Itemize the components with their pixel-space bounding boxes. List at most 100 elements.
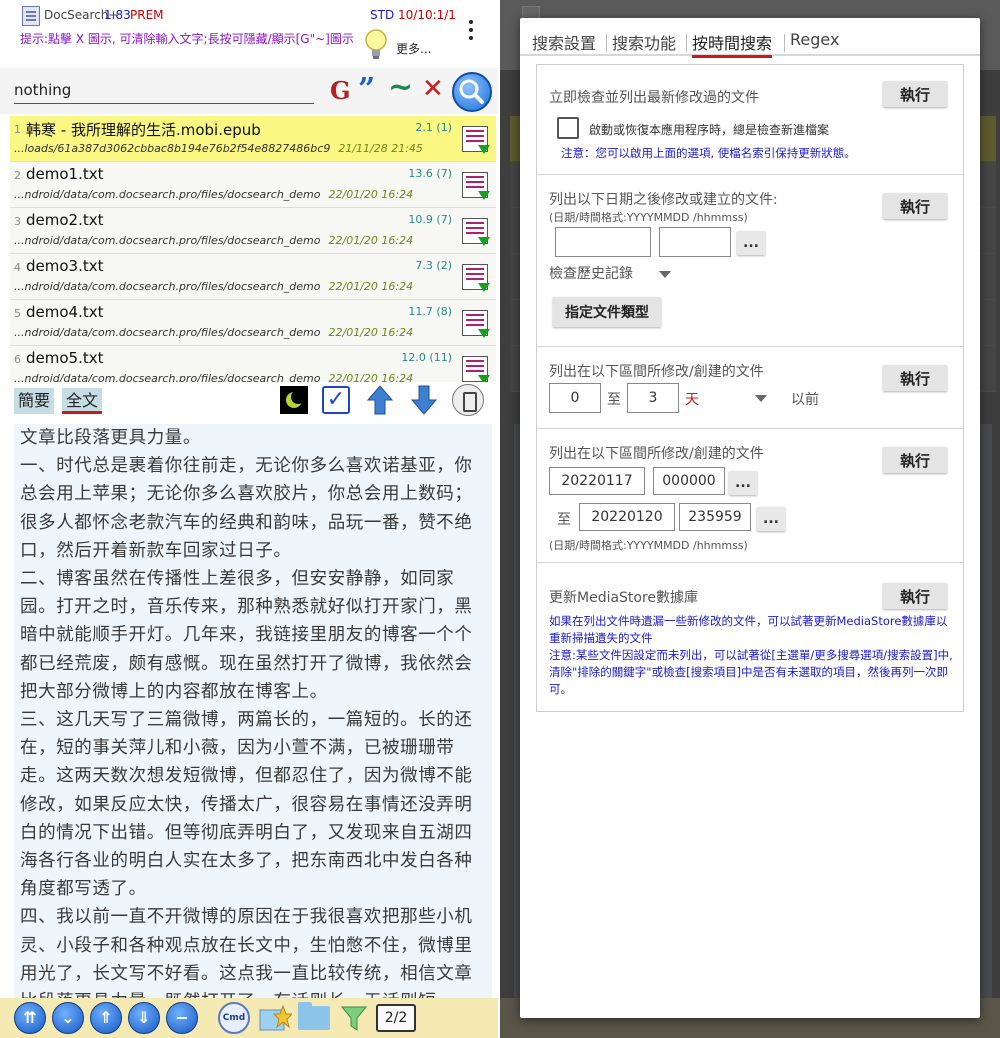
cmd-button[interactable]: Cmd — [218, 1002, 250, 1034]
section5-note-1: 如果在列出文件時遺漏一些新修改的文件，可以試著更新MediaStore數據庫以重… — [549, 614, 948, 645]
page-up-icon[interactable]: ⇑ — [90, 1002, 122, 1034]
checkbox-icon[interactable]: ✓ — [322, 386, 350, 414]
result-row[interactable]: 1 韩寒 - 我所理解的生活.mobi.epub 2.1 (1) ...loads/6… — [10, 116, 496, 162]
section2-format: (日期/時間格式:YYYYMMDD /hhmmss) — [549, 211, 748, 224]
search-button[interactable] — [452, 72, 492, 112]
open-file-icon[interactable] — [462, 264, 490, 292]
result-filename: demo4.txt — [26, 303, 104, 321]
result-date: 22/01/20 16:24 — [328, 188, 414, 201]
from-date-input[interactable] — [549, 467, 645, 495]
arrow-down-icon[interactable] — [410, 384, 438, 416]
section3-title: 列出在以下區間所修改/創建的文件 — [549, 364, 764, 380]
run-button-1[interactable]: 執行 — [883, 81, 947, 107]
result-filename: demo3.txt — [26, 257, 104, 275]
result-path: ...ndroid/data/com.docsearch.pro/files/d… — [14, 372, 413, 382]
clear-icon[interactable]: ✕ — [422, 74, 444, 104]
to-date-input[interactable] — [579, 503, 675, 531]
lightbulb-icon[interactable] — [364, 28, 388, 62]
section2-title: 列出以下日期之後修改或建立的文件: — [549, 192, 778, 208]
days-from-input[interactable] — [549, 383, 601, 413]
run-button-2[interactable]: 執行 — [883, 193, 947, 219]
overflow-menu-icon[interactable] — [466, 20, 476, 44]
open-file-icon[interactable] — [462, 126, 490, 154]
time-search-dialog: 搜索設置 搜索功能 按時間搜索 Regex 立即檢查並列出最新修改過的文件 執行… — [520, 18, 980, 1018]
section5-note-2: 注意:某些文件因設定而未列出，可以試著從[主選單/更多搜尋選項/搜索設置]中, … — [549, 648, 953, 696]
run-button-5[interactable]: 執行 — [883, 583, 947, 609]
run-button-4[interactable]: 執行 — [883, 447, 947, 473]
result-row[interactable]: 3 demo2.txt 10.9 (7) ...ndroid/data/com.doc… — [10, 208, 496, 254]
main-screen: DocSearch+ 1.83 PREM STD 10/10:1/1 提示:點擊… — [0, 0, 498, 1038]
filter-icon[interactable] — [340, 1004, 368, 1032]
section-mediastore: 更新MediaStore數據庫 執行 如果在列出文件時遺漏一些新修改的文件，可以… — [537, 563, 963, 711]
result-date: 22/01/20 16:24 — [328, 234, 414, 247]
history-dropdown-icon[interactable] — [659, 271, 671, 279]
startup-check-checkbox[interactable] — [557, 117, 579, 139]
date-picker-button-1[interactable]: ... — [737, 231, 765, 255]
checkbox-label: 啟動或恢復本應用程序時，總是檢查新進檔案 — [589, 123, 830, 137]
result-row[interactable]: 2 demo1.txt 13.6 (7) ...ndroid/data/com.doc… — [10, 162, 496, 208]
search-input[interactable] — [14, 76, 314, 104]
result-row[interactable]: 4 demo3.txt 7.3 (2) ...ndroid/data/com.docs… — [10, 254, 496, 300]
unit-select[interactable]: 天 — [685, 389, 699, 409]
more-button[interactable]: 更多... — [396, 40, 431, 57]
result-filename: demo5.txt — [26, 349, 104, 367]
dialog-tabs: 搜索設置 搜索功能 按時間搜索 Regex — [520, 24, 980, 58]
tab-search-settings[interactable]: 搜索設置 — [532, 30, 596, 54]
tab-search-functions[interactable]: 搜索功能 — [612, 30, 676, 54]
tab-time-search[interactable]: 按時間搜索 — [692, 30, 773, 58]
folder-icon[interactable] — [298, 1002, 330, 1030]
favorites-icon[interactable] — [258, 1004, 292, 1032]
result-filename: demo1.txt — [26, 165, 104, 183]
section-days-range: 列出在以下區間所修改/創建的文件 執行 至 天 以前 — [537, 347, 963, 429]
days-to-input[interactable] — [627, 383, 679, 413]
document-icon[interactable] — [452, 384, 484, 416]
dialog-screen: 搜索設置 搜索功能 按時間搜索 Regex 立即檢查並列出最新修改過的文件 執行… — [500, 0, 1000, 1038]
unit-dropdown-icon[interactable] — [755, 395, 767, 403]
open-file-icon[interactable] — [462, 310, 490, 338]
date-picker-button-2[interactable]: ... — [729, 471, 757, 495]
next-icon[interactable]: ⌄ — [52, 1002, 84, 1034]
after-date-input[interactable] — [555, 227, 651, 257]
tab-regex[interactable]: Regex — [790, 30, 839, 49]
result-date: 22/01/20 16:24 — [328, 326, 414, 339]
result-row[interactable]: 6 demo5.txt 12.0 (11) ...ndroid/data/com.do… — [10, 346, 496, 382]
minus-icon[interactable]: − — [166, 1002, 198, 1034]
page-down-icon[interactable]: ⇓ — [128, 1002, 160, 1034]
tab-fulltext[interactable]: 全文 — [62, 388, 103, 414]
result-index: 2 — [14, 169, 21, 182]
first-page-icon[interactable]: ⇈ — [14, 1002, 46, 1034]
run-button-3[interactable]: 執行 — [883, 365, 947, 391]
to-time-input[interactable] — [679, 503, 751, 531]
result-row[interactable]: 5 demo4.txt 11.7 (8) ...ndroid/data/com.doc… — [10, 300, 496, 346]
file-type-button[interactable]: 指定文件類型 — [553, 297, 661, 327]
from-time-input[interactable] — [653, 467, 725, 495]
to-label-2: 至 — [557, 512, 571, 528]
app-version: 1.83 — [104, 8, 131, 22]
date-picker-button-3[interactable]: ... — [757, 507, 785, 531]
google-search-icon[interactable]: G — [330, 76, 351, 105]
app-logo-icon — [22, 6, 40, 26]
result-path-text: ...ndroid/data/com.docsearch.pro/files/d… — [14, 326, 321, 339]
result-path: ...ndroid/data/com.docsearch.pro/files/d… — [14, 280, 413, 293]
result-score: 11.7 (8) — [408, 305, 452, 318]
result-list: 1 韩寒 - 我所理解的生活.mobi.epub 2.1 (1) ...loads/6… — [10, 116, 496, 382]
tilde-icon[interactable]: ~ — [388, 70, 413, 105]
after-time-input[interactable] — [659, 227, 731, 257]
section4-format: (日期/時間格式:YYYYMMDD /hhmmss) — [549, 539, 748, 552]
tab-summary[interactable]: 簡要 — [14, 388, 55, 414]
result-path: ...ndroid/data/com.docsearch.pro/files/d… — [14, 188, 413, 201]
result-date: 22/01/20 16:24 — [328, 372, 414, 382]
arrow-up-icon[interactable] — [366, 384, 394, 416]
hint-text: 提示:點擊 X 圖示, 可清除輸入文字;長按可隱藏/顯示[G"~]圖示 — [20, 32, 354, 46]
open-file-icon[interactable] — [462, 356, 490, 382]
open-file-icon[interactable] — [462, 218, 490, 246]
section5-title: 更新MediaStore數據庫 — [549, 590, 699, 606]
ago-label: 以前 — [791, 392, 819, 408]
result-date: 21/11/28 21:45 — [338, 142, 423, 155]
quote-icon[interactable]: ” — [358, 72, 375, 107]
section1-note: 注意：您可以啟用上面的選項, 使檔名索引保持更新狀態。 — [561, 146, 856, 160]
night-mode-icon[interactable] — [280, 386, 308, 414]
page-indicator[interactable]: 2/2 — [376, 1004, 416, 1032]
open-file-icon[interactable] — [462, 172, 490, 200]
app-date: 10/10:1/1 — [398, 8, 456, 22]
